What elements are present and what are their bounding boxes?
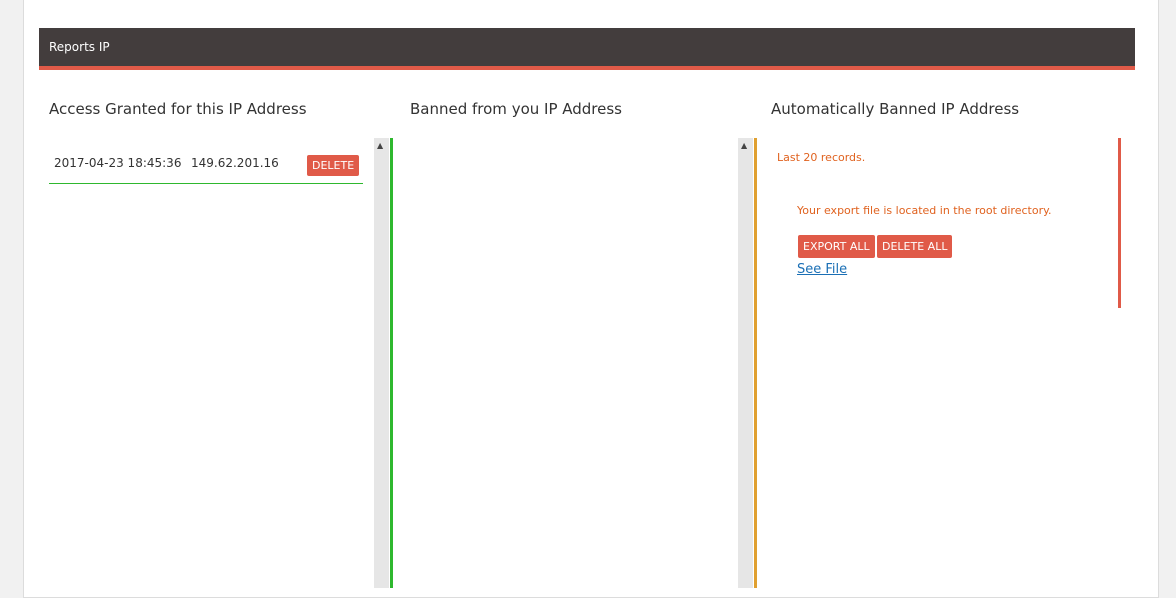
see-file-link[interactable]: See File — [797, 262, 847, 277]
delete-all-button[interactable]: DELETE ALL — [877, 235, 953, 258]
export-note: Your export file is located in the root … — [797, 204, 1052, 217]
granted-date: 2017-04-23 18:45:36 — [54, 156, 182, 170]
content-frame — [23, 0, 1159, 598]
granted-ip: 149.62.201.16 — [191, 156, 279, 170]
auto-banned-border — [754, 138, 757, 588]
granted-column-title: Access Granted for this IP Address — [49, 100, 307, 118]
auto-banned-column-title: Automatically Banned IP Address — [771, 100, 1020, 118]
banned-scrollbar[interactable]: ▲ — [738, 138, 753, 588]
delete-button[interactable]: DELETE — [307, 155, 360, 176]
banned-list-border — [390, 138, 393, 588]
scroll-up-icon[interactable]: ▲ — [741, 142, 747, 150]
records-note: Last 20 records. — [777, 151, 866, 164]
notice-border — [1118, 138, 1121, 308]
export-all-button[interactable]: EXPORT ALL — [798, 235, 875, 258]
scroll-up-icon[interactable]: ▲ — [377, 142, 383, 150]
granted-scrollbar[interactable]: ▲ — [374, 138, 389, 588]
page-title: Reports IP — [49, 40, 110, 54]
reports-ip-header: Reports IP — [39, 28, 1135, 70]
banned-column-title: Banned from you IP Address — [410, 100, 622, 118]
table-row: 2017-04-23 18:45:36 149.62.201.16 DELETE — [49, 148, 363, 184]
